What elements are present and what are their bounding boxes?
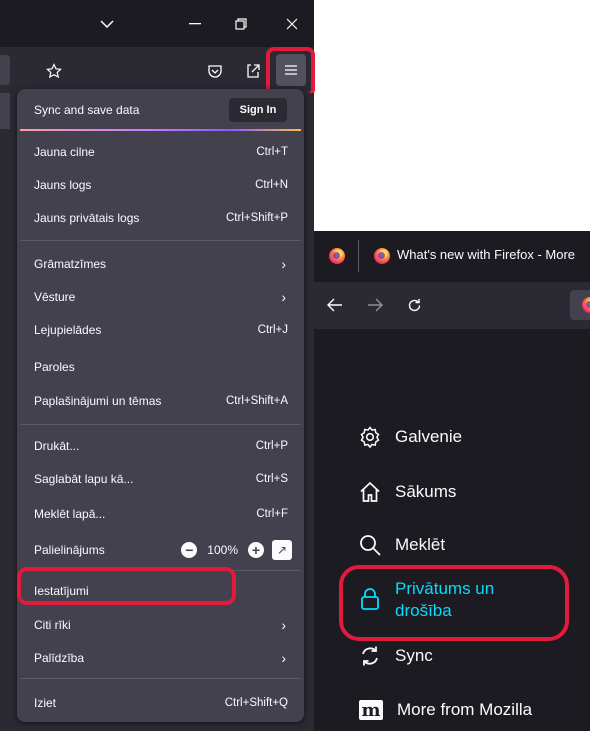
- menu-item-print[interactable]: Drukāt... Ctrl+P: [17, 430, 304, 462]
- menu-item-shortcut: Ctrl+F: [256, 508, 288, 520]
- menu-item-save-page[interactable]: Saglabāt lapu kā... Ctrl+S: [17, 463, 304, 495]
- settings-content: [314, 329, 590, 731]
- menu-separator: [20, 424, 301, 425]
- share-icon[interactable]: [242, 60, 264, 82]
- menu-item-shortcut: Ctrl+P: [255, 440, 288, 452]
- menu-item-history[interactable]: Vēsture ›: [17, 281, 304, 313]
- privacy-highlight: [339, 565, 569, 641]
- menu-item-label: Citi rīki: [34, 618, 71, 632]
- menu-item-label: Jauns privātais logs: [34, 211, 140, 225]
- menu-item-shortcut: Ctrl+J: [257, 324, 288, 336]
- zoom-out-button[interactable]: −: [181, 542, 198, 558]
- tab-title[interactable]: What's new with Firefox - More: [397, 247, 575, 262]
- menu-item-label: Meklēt lapā...: [34, 507, 106, 521]
- menu-item-label: Drukāt...: [34, 439, 80, 453]
- menu-item-bookmarks[interactable]: Grāmatzīmes ›: [17, 248, 304, 280]
- menu-separator: [20, 678, 301, 679]
- menu-item-shortcut: Ctrl+Shift+P: [226, 212, 288, 224]
- menu-item-label: Lejupielādes: [34, 323, 102, 337]
- sign-in-button[interactable]: Sign In: [229, 98, 287, 122]
- category-home[interactable]: Sākums: [359, 481, 456, 503]
- sync-gradient-divider: [20, 129, 301, 131]
- menu-item-label: Paroles: [34, 360, 75, 374]
- menu-item-shortcut: Ctrl+N: [255, 179, 288, 191]
- chevron-down-icon[interactable]: [96, 14, 118, 34]
- menu-item-exit[interactable]: Iziet Ctrl+Shift+Q: [17, 687, 304, 719]
- category-general[interactable]: Galvenie: [359, 426, 462, 448]
- category-label: Sync: [395, 646, 433, 665]
- category-label: Meklēt: [395, 535, 446, 554]
- menu-item-shortcut: Ctrl+T: [256, 146, 288, 158]
- chevron-right-icon: ›: [281, 289, 286, 305]
- gear-icon: [359, 426, 381, 448]
- zoom-in-button[interactable]: +: [248, 542, 264, 558]
- firefox-logo-icon[interactable]: [329, 248, 345, 264]
- menu-item-new-private-window[interactable]: Jauns privātais logs Ctrl+Shift+P: [17, 202, 304, 234]
- menu-item-zoom: Palielinājums − 100% + ↗: [17, 534, 304, 566]
- chevron-right-icon: ›: [281, 617, 286, 633]
- back-arrow-icon[interactable]: [324, 294, 346, 316]
- chevron-right-icon: ›: [281, 650, 286, 666]
- category-sync[interactable]: Sync: [359, 645, 433, 667]
- firefox-logo-icon: [374, 248, 390, 264]
- url-bar[interactable]: [0, 55, 10, 85]
- star-icon[interactable]: [43, 60, 65, 82]
- mozilla-m-icon: m: [359, 700, 383, 721]
- zoom-label: Palielinājums: [34, 543, 105, 557]
- reload-icon[interactable]: [403, 294, 425, 316]
- menu-item-label: Jauns logs: [34, 178, 92, 192]
- menu-item-more-tools[interactable]: Citi rīki ›: [17, 609, 304, 641]
- menu-item-find-in-page[interactable]: Meklēt lapā... Ctrl+F: [17, 498, 304, 530]
- sync-icon: [359, 645, 381, 667]
- title-bar: [0, 0, 314, 47]
- chevron-right-icon: ›: [281, 256, 286, 272]
- minimize-icon[interactable]: [183, 14, 207, 34]
- search-icon: [359, 534, 381, 556]
- menu-item-label: Iziet: [34, 696, 57, 710]
- zoom-value[interactable]: 100%: [207, 543, 238, 557]
- menu-item-addons[interactable]: Paplašinājumi un tēmas Ctrl+Shift+A: [17, 385, 304, 417]
- menu-item-shortcut: Ctrl+Shift+A: [226, 395, 288, 407]
- menu-item-label: Jauna cilne: [34, 145, 95, 159]
- category-label: More from Mozilla: [397, 700, 533, 719]
- menu-item-new-window[interactable]: Jauns logs Ctrl+N: [17, 169, 304, 201]
- menu-item-downloads[interactable]: Lejupielādes Ctrl+J: [17, 314, 304, 346]
- menu-item-label: Paplašinājumi un tēmas: [34, 394, 162, 408]
- category-label: Sākums: [395, 482, 457, 501]
- category-more-from-mozilla[interactable]: m More from Mozilla: [359, 700, 533, 721]
- close-icon[interactable]: [280, 14, 304, 34]
- menu-item-shortcut: Ctrl+Shift+Q: [224, 697, 288, 709]
- bookmark-strip: [0, 93, 10, 129]
- forward-arrow-icon[interactable]: [364, 294, 386, 316]
- tab-divider: [358, 240, 359, 272]
- home-icon: [359, 481, 381, 503]
- fullscreen-icon[interactable]: ↗: [272, 540, 292, 560]
- menu-separator: [20, 240, 301, 241]
- menu-item-label: Palīdzība: [34, 651, 85, 665]
- menu-item-shortcut: Ctrl+S: [255, 473, 288, 485]
- app-menu-panel: Sync and save data Sign In Jauna cilne C…: [17, 89, 304, 722]
- menu-item-label: Vēsture: [34, 290, 76, 304]
- settings-nav-toolbar: [314, 282, 590, 329]
- category-label: Galvenie: [395, 427, 463, 446]
- menu-item-label: Saglabāt lapu kā...: [34, 472, 134, 486]
- settings-highlight: [17, 567, 236, 605]
- pocket-icon[interactable]: [204, 60, 226, 82]
- restore-icon[interactable]: [229, 14, 253, 34]
- menu-item-new-tab[interactable]: Jauna cilne Ctrl+T: [17, 136, 304, 168]
- category-search[interactable]: Meklēt: [359, 534, 445, 556]
- menu-item-help[interactable]: Palīdzība ›: [17, 642, 304, 674]
- menu-item-passwords[interactable]: Paroles: [17, 351, 304, 383]
- menu-item-label: Grāmatzīmes: [34, 257, 107, 271]
